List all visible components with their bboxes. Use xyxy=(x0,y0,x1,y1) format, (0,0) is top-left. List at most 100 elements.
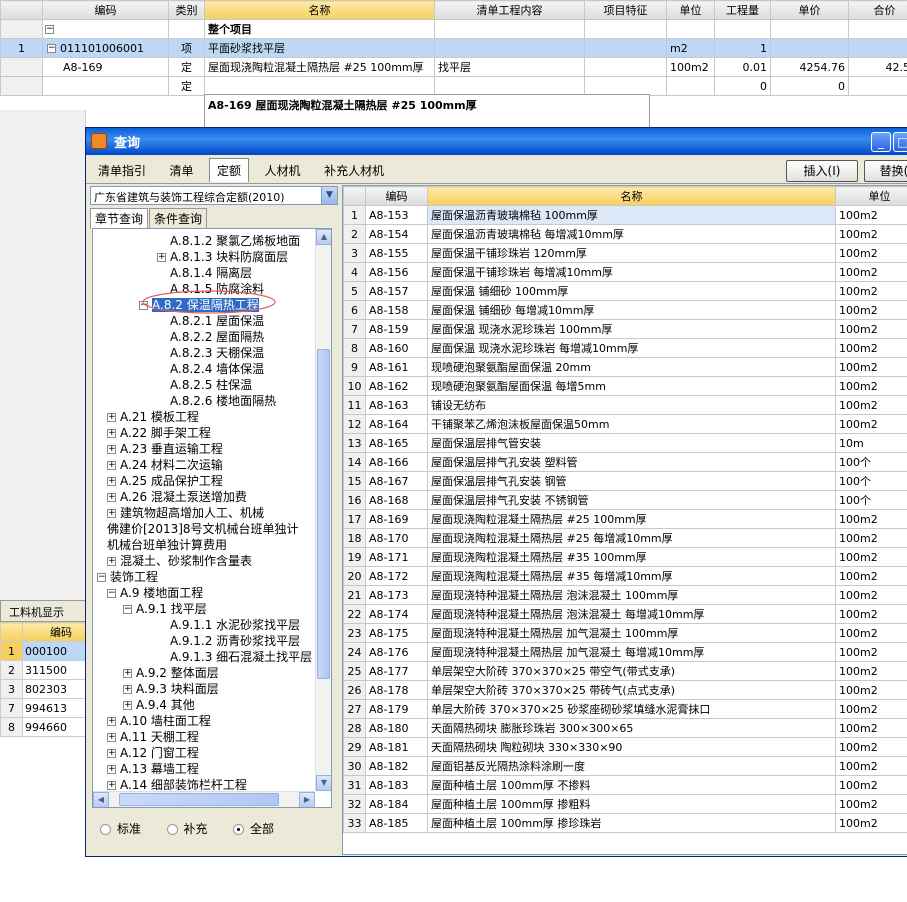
cell-quota-unit[interactable]: 100m2 xyxy=(836,700,907,719)
tab-condition-search[interactable]: 条件查询 xyxy=(149,208,207,229)
expand-icon[interactable]: + xyxy=(107,781,116,790)
cell-quota-unit[interactable]: 100m2 xyxy=(836,548,907,567)
cell-quota-name[interactable]: 屋面保温层排气孔安装 塑料管 xyxy=(428,453,836,472)
cell-total[interactable]: 42.55 xyxy=(849,58,907,77)
tree-node[interactable]: +A.12 门窗工程 xyxy=(107,745,199,761)
tree-node[interactable]: A.8.2.4 墙体保温 xyxy=(157,361,264,377)
cell-rn[interactable]: 1 xyxy=(1,39,43,58)
cell-quota-code[interactable]: A8-177 xyxy=(366,662,428,681)
table-row[interactable]: 30A8-182屋面铝基反光隔热涂料涂刷一度100m2 xyxy=(344,757,907,776)
cell-quota-name[interactable]: 干铺聚苯乙烯泡沫板屋面保温50mm xyxy=(428,415,836,434)
col-header-quota-name[interactable]: 名称 xyxy=(428,187,836,206)
cell-quota-unit[interactable]: 100m2 xyxy=(836,206,907,225)
table-row[interactable]: 19A8-171屋面现浇陶粒混凝土隔热层 #35 100mm厚100m2 xyxy=(344,548,907,567)
tree-horizontal-scrollbar[interactable]: ◀ ▶ xyxy=(93,791,315,807)
tree-node[interactable]: +A.9.4 其他 xyxy=(123,697,195,713)
cell-quota-code[interactable]: A8-171 xyxy=(366,548,428,567)
cell-quota-name[interactable]: 屋面现浇特种混凝土隔热层 泡沫混凝土 每增减10mm厚 xyxy=(428,605,836,624)
cell-quota-name[interactable]: 屋面现浇特种混凝土隔热层 加气混凝土 100mm厚 xyxy=(428,624,836,643)
col-header-quota-unit[interactable]: 单位 xyxy=(836,187,907,206)
cell-quota-code[interactable]: A8-155 xyxy=(366,244,428,263)
expand-icon[interactable]: + xyxy=(107,749,116,758)
cell-quota-unit[interactable]: 100m2 xyxy=(836,681,907,700)
cell-rn[interactable] xyxy=(1,77,43,96)
table-row[interactable]: 4A8-156屋面保温干铺珍珠岩 每增减10mm厚100m2 xyxy=(344,263,907,282)
cell-quota-name[interactable]: 屋面保温 铺细砂 每增减10mm厚 xyxy=(428,301,836,320)
tree-node[interactable]: A.8.1.2 聚氯乙烯板地面 xyxy=(157,233,300,249)
cell-quota-unit[interactable]: 100m2 xyxy=(836,358,907,377)
table-row[interactable]: 17A8-169屋面现浇陶粒混凝土隔热层 #25 100mm厚100m2 xyxy=(344,510,907,529)
tree-node[interactable]: +建筑物超高增加人工、机械 xyxy=(107,505,264,521)
tree-node[interactable]: A.9.1.3 细石混凝土找平层 xyxy=(157,649,312,665)
expand-icon[interactable]: + xyxy=(107,493,116,502)
cell-quota-code[interactable]: A8-159 xyxy=(366,320,428,339)
cell-quota-code[interactable]: A8-184 xyxy=(366,795,428,814)
col-header-feature[interactable]: 项目特征 xyxy=(585,1,667,20)
cell-qty[interactable]: 1 xyxy=(715,39,771,58)
cell-quota-unit[interactable]: 100m2 xyxy=(836,529,907,548)
cell-content[interactable] xyxy=(435,20,585,39)
cell-name[interactable]: 平面砂浆找平层 xyxy=(205,39,435,58)
cell-quota-name[interactable]: 屋面现浇特种混凝土隔热层 加气混凝土 每增减10mm厚 xyxy=(428,643,836,662)
cell-quota-code[interactable]: A8-164 xyxy=(366,415,428,434)
tree-vertical-scrollbar[interactable]: ▲ ▼ xyxy=(315,229,331,791)
col-header-price[interactable]: 单价 xyxy=(771,1,849,20)
cell-quota-name[interactable]: 屋面种植土层 100mm厚 掺粗料 xyxy=(428,795,836,814)
cell-unit[interactable] xyxy=(667,77,715,96)
cell-feature[interactable] xyxy=(585,77,667,96)
table-row[interactable]: 32A8-184屋面种植土层 100mm厚 掺粗料100m2 xyxy=(344,795,907,814)
cell-quota-unit[interactable]: 100m2 xyxy=(836,624,907,643)
tree-node[interactable]: −A.9.1 找平层 xyxy=(123,601,207,617)
quota-library-select[interactable]: 广东省建筑与装饰工程综合定额(2010) ▼ xyxy=(90,186,338,205)
collapse-icon[interactable]: − xyxy=(123,605,132,614)
cell-quota-unit[interactable]: 100m2 xyxy=(836,643,907,662)
cell-quota-code[interactable]: A8-157 xyxy=(366,282,428,301)
cell-quota-code[interactable]: A8-181 xyxy=(366,738,428,757)
table-row[interactable]: 9A8-161现喷硬泡聚氨酯屋面保温 20mm100m2 xyxy=(344,358,907,377)
radio-all[interactable]: 全部 xyxy=(233,820,274,837)
cell-quota-name[interactable]: 单层架空大阶砖 370×370×25 带空气(带式支承) xyxy=(428,662,836,681)
tree-node[interactable]: +A.13 幕墙工程 xyxy=(107,761,199,777)
cell-quota-name[interactable]: 屋面保温 现浇水泥珍珠岩 每增减10mm厚 xyxy=(428,339,836,358)
tree-node[interactable]: 机械台班单独计算费用 xyxy=(107,537,227,553)
radio-standard[interactable]: 标准 xyxy=(100,820,141,837)
cell-content[interactable] xyxy=(435,39,585,58)
tree-node[interactable]: A.8.1.4 隔离层 xyxy=(157,265,252,281)
cell-quota-name[interactable]: 屋面种植土层 100mm厚 掺珍珠岩 xyxy=(428,814,836,833)
cell-feature[interactable] xyxy=(585,20,667,39)
scroll-thumb[interactable] xyxy=(317,349,330,679)
expand-icon[interactable]: + xyxy=(123,669,132,678)
scroll-down-icon[interactable]: ▼ xyxy=(316,775,332,791)
cell-quota-unit[interactable]: 100m2 xyxy=(836,320,907,339)
cell-quota-code[interactable]: A8-165 xyxy=(366,434,428,453)
insert-button[interactable]: 插入(I) xyxy=(786,160,858,182)
tree-node[interactable]: 佛建价[2013]8号文机械台班单独计 xyxy=(107,521,299,537)
cell-quota-unit[interactable]: 100m2 xyxy=(836,244,907,263)
cell-quota-name[interactable]: 屋面保温沥青玻璃棉毡 每增减10mm厚 xyxy=(428,225,836,244)
scroll-thumb-h[interactable] xyxy=(119,793,279,806)
tree-node[interactable]: A.9.1.2 沥青砂浆找平层 xyxy=(157,633,300,649)
cell-unit[interactable]: m2 xyxy=(667,39,715,58)
cell-quota-unit[interactable]: 100m2 xyxy=(836,814,907,833)
tree-node[interactable]: +A.22 脚手架工程 xyxy=(107,425,211,441)
cell-quota-unit[interactable]: 100个 xyxy=(836,472,907,491)
cell-quota-unit[interactable]: 100个 xyxy=(836,491,907,510)
tab-chapter-search[interactable]: 章节查询 xyxy=(90,208,148,229)
cell-quota-unit[interactable]: 100个 xyxy=(836,453,907,472)
cell-quota-unit[interactable]: 100m2 xyxy=(836,738,907,757)
cell-quota-unit[interactable]: 100m2 xyxy=(836,339,907,358)
cell-price[interactable] xyxy=(771,20,849,39)
cell-quota-code[interactable]: A8-182 xyxy=(366,757,428,776)
cell-price[interactable]: 0 xyxy=(771,77,849,96)
cell-quota-name[interactable]: 屋面铝基反光隔热涂料涂刷一度 xyxy=(428,757,836,776)
cell-quota-name[interactable]: 屋面保温干铺珍珠岩 每增减10mm厚 xyxy=(428,263,836,282)
cell-quota-unit[interactable]: 100m2 xyxy=(836,510,907,529)
cell-quota-name[interactable]: 屋面保温层排气孔安装 不锈钢管 xyxy=(428,491,836,510)
table-row[interactable]: 11A8-163铺设无纺布100m2 xyxy=(344,396,907,415)
cell-qty[interactable]: 0.01 xyxy=(715,58,771,77)
table-row[interactable]: 3A8-155屋面保温干铺珍珠岩 120mm厚100m2 xyxy=(344,244,907,263)
tab-extra-labor-material[interactable]: 补充人材机 xyxy=(316,158,392,183)
cell-quota-code[interactable]: A8-179 xyxy=(366,700,428,719)
tree-node[interactable]: A.8.2.2 屋面隔热 xyxy=(157,329,264,345)
cell-quota-unit[interactable]: 100m2 xyxy=(836,662,907,681)
